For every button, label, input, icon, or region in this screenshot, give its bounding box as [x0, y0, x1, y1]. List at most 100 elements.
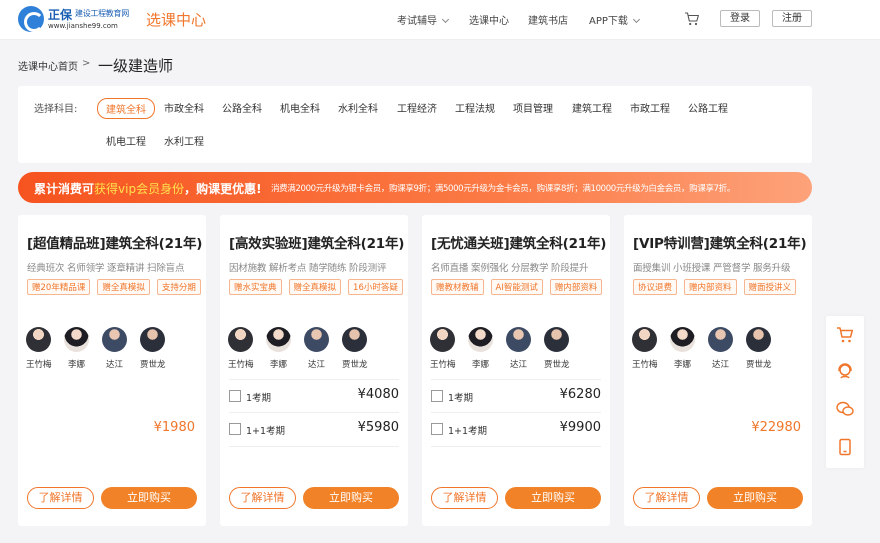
teacher-item[interactable]: 贾世龙 — [544, 327, 570, 370]
teacher-list: 王竹梅 李娜 达江 贾世龙 — [430, 327, 570, 370]
learn-more-button[interactable]: 了解详情 — [431, 487, 498, 509]
teacher-item[interactable]: 达江 — [304, 327, 329, 370]
avatar — [304, 327, 329, 352]
vip-promo-banner[interactable]: 累计消费可获得vip会员身份，购课更优惠! 消费满2000元升级为银卡会员，购课… — [18, 172, 812, 203]
course-tag: 赠水实宝典 — [229, 279, 282, 295]
subject-option[interactable]: 机电全科 — [280, 100, 320, 115]
teacher-item[interactable]: 达江 — [506, 327, 531, 370]
term-checkbox[interactable] — [431, 423, 443, 435]
course-card[interactable]: [超值精品班]建筑全科(21年) 经典班次 名师领学 逐章精讲 扫除盲点 赠20年精… — [18, 215, 206, 526]
nav-label: 建筑书店 — [528, 16, 568, 27]
teacher-item[interactable]: 李娜 — [468, 327, 493, 370]
teacher-item[interactable]: 李娜 — [64, 327, 89, 370]
teacher-item[interactable]: 王竹梅 — [632, 327, 658, 370]
nav-bookstore[interactable]: 建筑书店 — [528, 12, 568, 27]
term-option-row[interactable]: 1考期 ¥4080 — [229, 379, 399, 413]
course-tags: 协议退费 赠内部资料 赠面授讲义 — [633, 279, 797, 295]
teacher-item[interactable]: 达江 — [102, 327, 127, 370]
term-checkbox[interactable] — [229, 390, 241, 402]
avatar — [64, 327, 89, 352]
subject-option[interactable]: 市政工程 — [630, 100, 670, 115]
course-tag: AI智能测试 — [490, 279, 543, 295]
teacher-item[interactable]: 王竹梅 — [228, 327, 254, 370]
buy-now-button[interactable]: 立即购买 — [303, 487, 399, 509]
term-option-row[interactable]: 1+1考期 ¥5980 — [229, 413, 399, 447]
teacher-name: 王竹梅 — [632, 360, 658, 370]
term-price: ¥9900 — [559, 420, 601, 435]
subject-option[interactable]: 市政全科 — [164, 100, 204, 115]
course-tag: 协议退费 — [633, 279, 678, 295]
teacher-item[interactable]: 王竹梅 — [26, 327, 52, 370]
term-checkbox[interactable] — [229, 423, 241, 435]
term-price: ¥5980 — [357, 420, 399, 435]
wechat-icon[interactable] — [836, 400, 854, 418]
course-title[interactable]: [无忧通关班]建筑全科(21年) — [431, 232, 606, 252]
course-tag: 赠面授讲义 — [743, 279, 797, 295]
teacher-name: 达江 — [307, 360, 325, 370]
course-title[interactable]: [高效实验班]建筑全科(21年) — [229, 232, 404, 252]
course-title[interactable]: [超值精品班]建筑全科(21年) — [27, 232, 202, 252]
learn-more-button[interactable]: 了解详情 — [27, 487, 94, 509]
login-button[interactable]: 登录 — [720, 10, 760, 27]
cart-icon[interactable] — [684, 11, 700, 27]
subject-option[interactable]: 机电工程 — [106, 133, 146, 148]
avatar — [140, 327, 165, 352]
floating-toolbar — [826, 316, 864, 468]
subject-option[interactable]: 公路工程 — [688, 100, 728, 115]
teacher-item[interactable]: 贾世龙 — [140, 327, 166, 370]
avatar — [430, 327, 455, 352]
learn-more-button[interactable]: 了解详情 — [229, 487, 296, 509]
learn-more-button[interactable]: 了解详情 — [633, 487, 700, 509]
buy-now-button[interactable]: 立即购买 — [707, 487, 803, 509]
avatar — [670, 327, 695, 352]
banner-headline-suffix: ，购课更优惠! — [184, 182, 262, 196]
teacher-name: 王竹梅 — [430, 360, 456, 370]
avatar — [228, 327, 253, 352]
nav-course-center[interactable]: 选课中心 — [469, 12, 509, 27]
subject-option[interactable]: 项目管理 — [513, 100, 553, 115]
avatar — [506, 327, 531, 352]
teacher-name: 李娜 — [269, 360, 287, 370]
cart-icon[interactable] — [836, 326, 854, 344]
teacher-name: 李娜 — [67, 360, 85, 370]
subject-option[interactable]: 工程经济 — [397, 100, 437, 115]
term-option-row[interactable]: 1考期 ¥6280 — [431, 379, 601, 413]
nav-label: APP下载 — [589, 16, 628, 27]
avatar — [26, 327, 51, 352]
buy-now-button[interactable]: 立即购买 — [505, 487, 601, 509]
nav-label: 考试辅导 — [397, 16, 437, 27]
customer-service-icon[interactable] — [836, 362, 854, 380]
course-title[interactable]: [VIP特训营]建筑全科(21年) — [633, 232, 807, 252]
teacher-item[interactable]: 李娜 — [670, 327, 695, 370]
register-button[interactable]: 注册 — [772, 10, 812, 27]
teacher-item[interactable]: 达江 — [708, 327, 733, 370]
course-card[interactable]: [VIP特训营]建筑全科(21年) 面授集训 小班授课 严管督学 服务升级 协议退费… — [624, 215, 812, 526]
subject-option[interactable]: 水利工程 — [164, 133, 204, 148]
term-checkbox[interactable] — [431, 390, 443, 402]
avatar — [468, 327, 493, 352]
course-tag: 赠教材教辅 — [431, 279, 484, 295]
course-card[interactable]: [高效实验班]建筑全科(21年) 因材施教 解析考点 随学随练 阶段测评 赠水实宝典… — [220, 215, 408, 526]
course-tag: 16小时答疑 — [348, 279, 403, 295]
subject-option[interactable]: 水利全科 — [338, 100, 378, 115]
breadcrumb-home-link[interactable]: 选课中心首页 — [18, 58, 78, 73]
teacher-item[interactable]: 贾世龙 — [746, 327, 772, 370]
teacher-item[interactable]: 贾世龙 — [342, 327, 368, 370]
nav-label: 选课中心 — [469, 16, 509, 27]
site-logo[interactable]: 正保 建设工程教育网 www.jianshe99.com — [18, 5, 138, 35]
buy-now-button[interactable]: 立即购买 — [101, 487, 197, 509]
teacher-item[interactable]: 王竹梅 — [430, 327, 456, 370]
course-card[interactable]: [无忧通关班]建筑全科(21年) 名师直播 案例强化 分层教学 阶段提升 赠教材教辅… — [422, 215, 610, 526]
teacher-item[interactable]: 李娜 — [266, 327, 291, 370]
mobile-icon[interactable] — [836, 438, 854, 456]
banner-headline-prefix: 累计消费可 — [34, 182, 95, 196]
subject-option-selected[interactable]: 建筑全科 — [97, 98, 155, 119]
nav-app-download[interactable]: APP下载 — [589, 12, 640, 27]
subject-option[interactable]: 公路全科 — [222, 100, 262, 115]
subject-option[interactable]: 建筑工程 — [572, 100, 612, 115]
nav-exam-tutoring[interactable]: 考试辅导 — [397, 12, 450, 27]
subject-option[interactable]: 工程法规 — [455, 100, 495, 115]
page-title: 一级建造师 — [98, 57, 174, 75]
term-option-row[interactable]: 1+1考期 ¥9900 — [431, 413, 601, 447]
top-header: 正保 建设工程教育网 www.jianshe99.com 选课中心 考试辅导 选… — [0, 0, 880, 40]
